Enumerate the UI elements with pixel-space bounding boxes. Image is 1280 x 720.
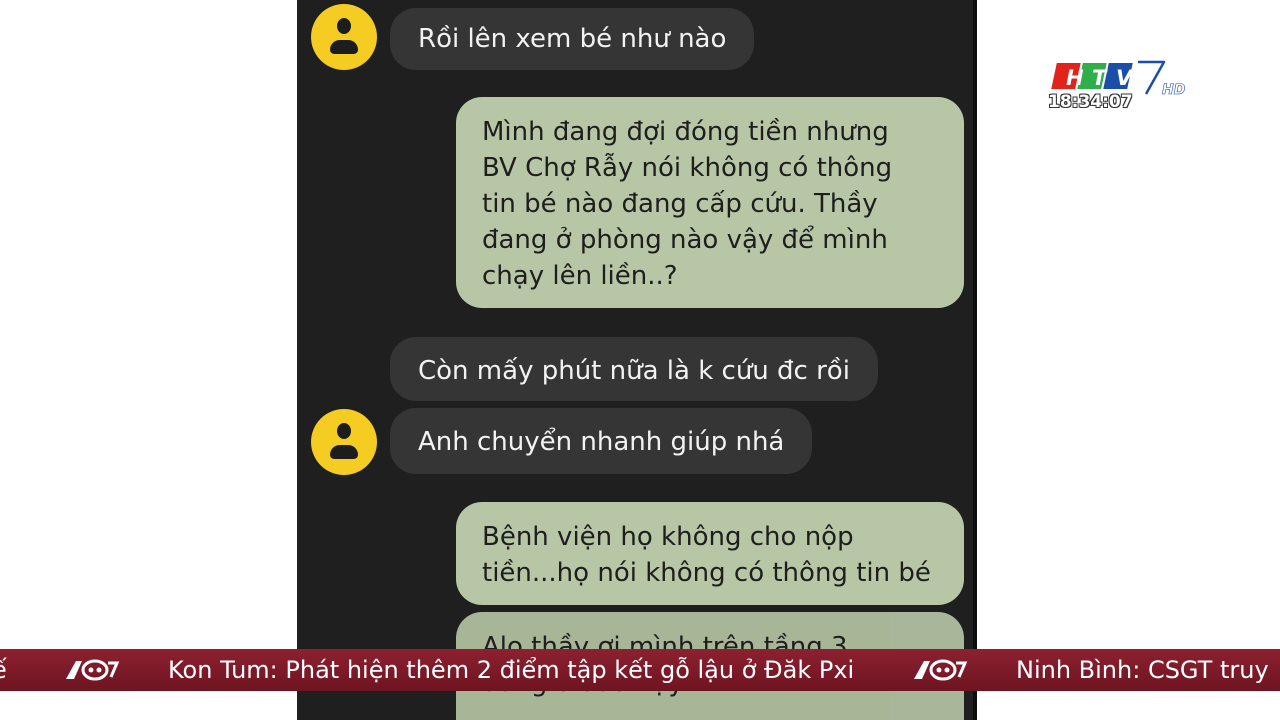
message-outgoing: Mình đang đợi đóng tiền nhưng BV Chợ Rẫy… — [456, 97, 964, 308]
contact-avatar-icon — [311, 4, 377, 70]
news-ticker: ế Kon Tum: Phát hiện thêm 2 điểm tập kết… — [0, 649, 1280, 691]
phone-edge — [973, 0, 977, 720]
htv-ticker-logo-icon — [914, 659, 968, 681]
contact-avatar-icon — [311, 409, 377, 475]
chat-screenshot: Rồi lên xem bé như nào Mình đang đợi đón… — [297, 0, 977, 720]
ticker-headline: Kon Tum: Phát hiện thêm 2 điểm tập kết g… — [168, 656, 855, 684]
message-incoming: Còn mấy phút nữa là k cứu đc rồi — [390, 337, 878, 401]
ticker-next-headline: Ninh Bình: CSGT truy — [1016, 656, 1269, 684]
broadcast-clock: 18:34:07 — [1048, 92, 1133, 112]
message-outgoing: Bệnh viện họ không cho nộp tiền...họ nói… — [456, 502, 964, 605]
message-incoming: Rồi lên xem bé như nào — [390, 8, 755, 70]
message-incoming: Anh chuyển nhanh giúp nhá — [390, 408, 813, 474]
htv-ticker-logo-icon — [66, 659, 120, 681]
svg-text:HD: HD — [1162, 82, 1185, 96]
svg-text:V: V — [1116, 66, 1134, 90]
ticker-previous-headline: ế — [0, 653, 7, 687]
video-frame: Rồi lên xem bé như nào Mình đang đợi đón… — [0, 0, 1280, 720]
channel-logo: H T V HD 18:34:07 — [1042, 56, 1202, 118]
svg-text:H: H — [1066, 66, 1084, 90]
svg-text:T: T — [1092, 66, 1108, 90]
htv7-logo-icon: H T V HD — [1048, 59, 1186, 98]
